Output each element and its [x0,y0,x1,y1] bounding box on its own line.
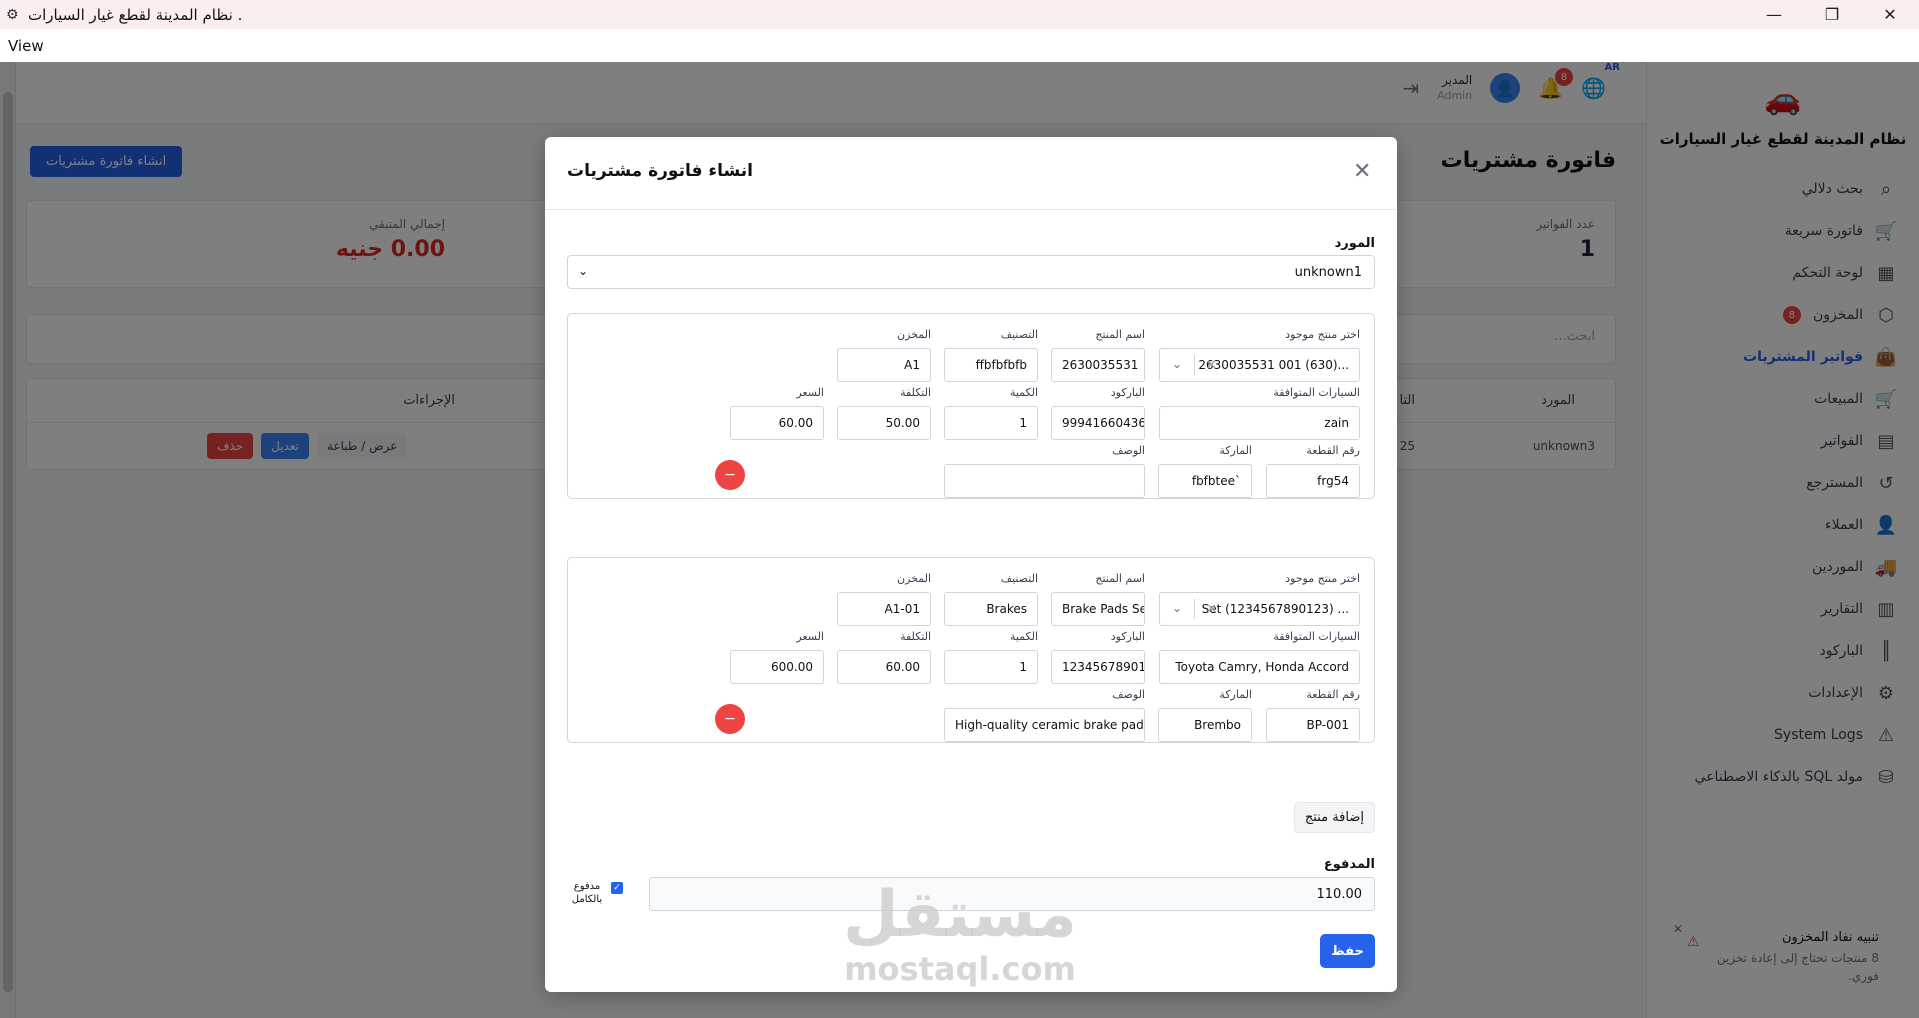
save-button[interactable]: حفظ [1320,934,1375,968]
barcode-field: الباركود 9994166043630 [1051,386,1145,440]
quantity-field: الكمية 1 [944,386,1038,440]
barcode-input[interactable]: 1234567890123 [1051,650,1145,684]
brand-input[interactable]: Brembo [1158,708,1252,742]
maximize-button[interactable]: ❐ [1803,0,1861,29]
warehouse-field: المخزن A1-01 [837,572,931,626]
warehouse-input[interactable]: A1-01 [837,592,931,626]
app-icon: ⚙ [6,6,19,23]
category-field: التصنيف ffbfbfbfb [944,328,1038,382]
supplier-label: المورد [1334,236,1375,251]
product-card-2: اختر منتج موجود Set (1234567890123) ... … [567,557,1375,743]
paid-in-full-checkbox[interactable]: ✓ مدفوع بالكامل [567,880,623,906]
cost-input[interactable]: 50.00 [837,406,931,440]
price-input[interactable]: 60.00 [730,406,824,440]
description-input[interactable]: High-quality ceramic brake pads [944,708,1145,742]
existing-product-field: اختر منتج موجود Set (1234567890123) ... … [1159,572,1360,626]
product-name-input[interactable]: Brake Pads Set [1051,592,1145,626]
supplier-select[interactable]: unknown1 ⌄ [567,255,1375,289]
add-product-button[interactable]: إضافة منتج [1293,802,1375,833]
menubar: View [0,29,1919,62]
paid-label: المدفوع [1323,857,1375,872]
part-number-input[interactable]: frg54 [1266,464,1360,498]
existing-product-field: اختر منتج موجود 2630035531 001 (630)... … [1159,328,1360,382]
cost-field: التكلفة 50.00 [837,386,931,440]
window-titlebar: ⚙ نظام المدينة لقطع غيار السيارات . — ❐ … [0,0,1919,29]
description-field: الوصف [944,444,1145,498]
remove-product-button[interactable]: − [715,704,745,734]
category-input[interactable]: ffbfbfbfb [944,348,1038,382]
product-card-1: اختر منتج موجود 2630035531 001 (630)... … [567,313,1375,499]
quantity-field: الكمية 1 [944,630,1038,684]
cost-input[interactable]: 60.00 [837,650,931,684]
description-field: الوصف High-quality ceramic brake pads [944,688,1145,742]
barcode-field: الباركود 1234567890123 [1051,630,1145,684]
clear-icon[interactable]: ✕ [1206,602,1217,617]
brand-field: الماركة Brembo [1158,688,1252,742]
warehouse-field: المخزن A1 [837,328,931,382]
product-name-input[interactable]: 2630035531 ١ [1051,348,1145,382]
brand-input[interactable]: fbfbtee` [1158,464,1252,498]
part-number-field: رقم القطعة BP-001 [1266,688,1360,742]
chevron-down-icon: ⌄ [1172,601,1183,615]
compatible-cars-input[interactable]: Toyota Camry, Honda Accord [1159,650,1360,684]
menu-view[interactable]: View [8,37,44,55]
compatible-cars-field: السيارات المتوافقة Toyota Camry, Honda A… [1159,630,1360,684]
category-input[interactable]: Brakes [944,592,1038,626]
close-window-button[interactable]: ✕ [1861,0,1919,29]
cost-field: التكلفة 60.00 [837,630,931,684]
product-name-field: اسم المنتج Brake Pads Set [1051,572,1145,626]
window-title: نظام المدينة لقطع غيار السيارات . [28,5,243,24]
brand-field: الماركة fbfbtee` [1158,444,1252,498]
warehouse-input[interactable]: A1 [837,348,931,382]
compatible-cars-field: السيارات المتوافقة zain [1159,386,1360,440]
quantity-input[interactable]: 1 [944,406,1038,440]
chevron-down-icon: ⌄ [578,264,589,278]
part-number-input[interactable]: BP-001 [1266,708,1360,742]
minimize-button[interactable]: — [1745,0,1803,29]
chevron-down-icon: ⌄ [1172,357,1183,371]
compatible-cars-input[interactable]: zain [1159,406,1360,440]
close-icon[interactable]: ✕ [1353,159,1371,184]
create-purchase-invoice-modal: انشاء فاتورة مشتريات ✕ المورد unknown1 ⌄… [545,137,1397,992]
quantity-input[interactable]: 1 [944,650,1038,684]
checkbox-checked[interactable]: ✓ [611,882,623,894]
barcode-input[interactable]: 9994166043630 [1051,406,1145,440]
product-name-field: اسم المنتج 2630035531 ١ [1051,328,1145,382]
price-field: السعر 60.00 [730,386,824,440]
modal-title: انشاء فاتورة مشتريات [567,161,753,181]
clear-icon[interactable]: ✕ [1206,358,1217,373]
modal-header: انشاء فاتورة مشتريات ✕ [545,137,1397,210]
part-number-field: رقم القطعة frg54 [1266,444,1360,498]
watermark: مستقل mostaql.com [842,878,1078,988]
existing-product-select[interactable]: Set (1234567890123) ... ✕ ⌄ [1159,586,1360,626]
paid-in-full-label: مدفوع بالكامل [571,881,603,905]
remove-product-button[interactable]: − [715,460,745,490]
existing-product-select[interactable]: 2630035531 001 (630)... ✕ ⌄ [1159,342,1360,382]
description-input[interactable] [944,464,1145,498]
category-field: التصنيف Brakes [944,572,1038,626]
price-field: السعر 600.00 [730,630,824,684]
price-input[interactable]: 600.00 [730,650,824,684]
